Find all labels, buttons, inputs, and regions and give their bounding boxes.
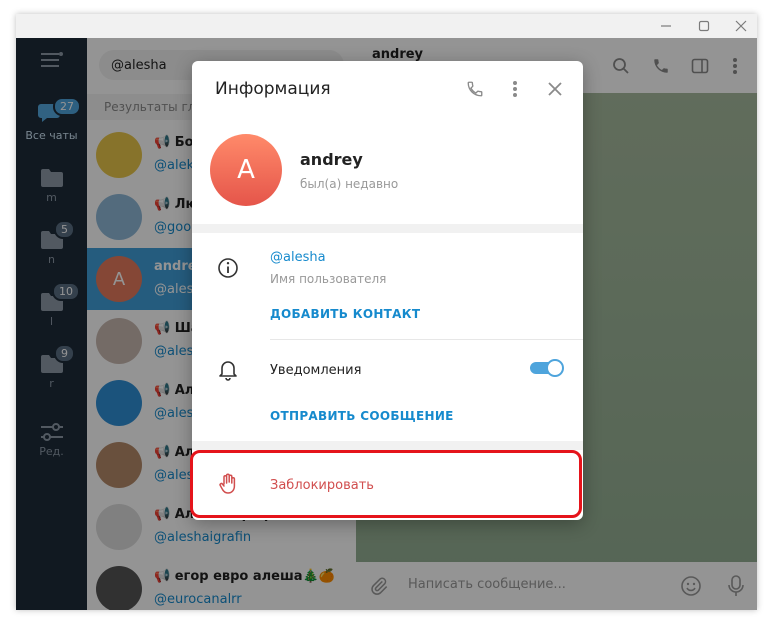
title-bar xyxy=(16,14,757,38)
dialog-more-button[interactable] xyxy=(503,77,527,101)
close-window-button[interactable] xyxy=(726,14,756,38)
minimize-button[interactable] xyxy=(651,14,681,38)
notifications-toggle[interactable] xyxy=(530,359,564,377)
send-message-button[interactable]: ОТПРАВИТЬ СООБЩЕНИЕ xyxy=(270,409,454,423)
dialog-title: Информация xyxy=(215,79,331,99)
divider xyxy=(270,339,583,340)
section-divider xyxy=(192,441,583,450)
add-contact-button[interactable]: ДОБАВИТЬ КОНТАКТ xyxy=(270,307,420,321)
profile-avatar[interactable]: A xyxy=(210,134,282,206)
notifications-label: Уведомления xyxy=(270,363,362,378)
info-icon xyxy=(215,255,241,281)
highlight-frame xyxy=(190,450,582,518)
username-caption: Имя пользователя xyxy=(270,272,387,286)
close-icon xyxy=(548,82,562,96)
section-divider xyxy=(192,224,583,233)
bell-icon xyxy=(215,357,241,383)
dialog-close-button[interactable] xyxy=(543,77,567,101)
dialog-call-button[interactable] xyxy=(463,77,487,101)
maximize-icon xyxy=(698,20,710,32)
minimize-icon xyxy=(661,25,671,27)
username-value[interactable]: @alesha xyxy=(270,250,326,265)
phone-icon xyxy=(467,81,483,97)
toggle-knob xyxy=(546,359,564,377)
more-vertical-icon xyxy=(513,81,517,97)
maximize-button[interactable] xyxy=(689,14,719,38)
close-icon xyxy=(735,20,747,32)
profile-name: andrey xyxy=(300,150,363,169)
profile-status: был(а) недавно xyxy=(300,177,399,191)
